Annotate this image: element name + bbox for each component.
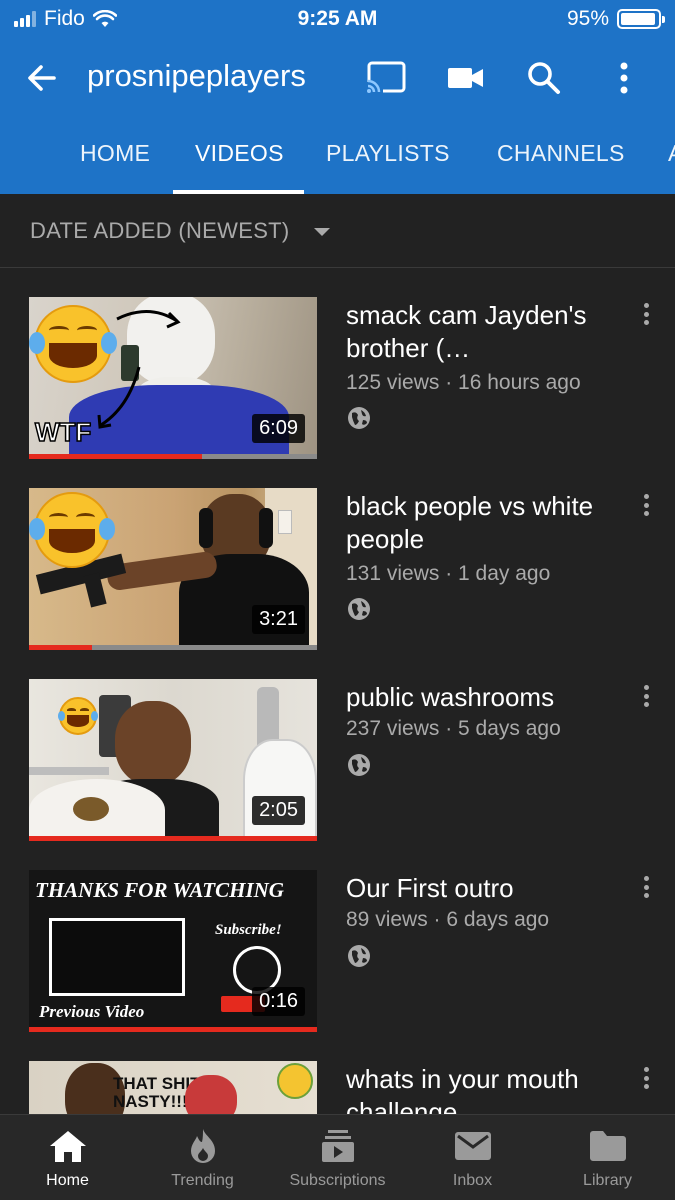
outro-subscribe-text: Subscribe! (215, 922, 282, 938)
public-globe-icon (348, 598, 370, 620)
thumbnail-caption: WTF (34, 416, 92, 448)
watch-progress-bar (29, 1027, 317, 1032)
video-options-icon[interactable] (636, 683, 656, 709)
video-options-icon[interactable] (636, 492, 656, 518)
sort-bar[interactable]: DATE ADDED (NEWEST) (0, 194, 675, 268)
public-globe-icon (348, 754, 370, 776)
public-globe-icon (348, 945, 370, 967)
video-meta: 89 views · 6 days ago (346, 908, 550, 931)
video-meta: 131 views · 1 day ago (346, 562, 551, 585)
watch-progress-bar (29, 836, 317, 841)
video-list-item[interactable]: 3:21 black people vs white people 131 vi… (0, 488, 675, 658)
battery-percent: 95% (566, 7, 609, 30)
more-options-icon[interactable] (602, 56, 646, 100)
nav-library[interactable]: Library (540, 1115, 675, 1200)
channel-title: prosnipeplayers (87, 58, 306, 93)
video-meta: 125 views · 16 hours ago (346, 371, 581, 394)
laughing-emoji-icon (29, 492, 116, 568)
tab-overflow-partial[interactable]: A (668, 140, 675, 167)
video-list-item[interactable]: THAT SHIT NASTY!!! whats in your mouth c… (0, 1061, 675, 1114)
dropdown-caret-icon[interactable] (314, 228, 330, 236)
home-icon (48, 1129, 88, 1163)
sort-dropdown-label[interactable]: DATE ADDED (NEWEST) (30, 218, 290, 244)
watch-progress-bar (29, 645, 317, 650)
video-thumbnail[interactable]: 3:21 (29, 488, 317, 650)
nav-subscriptions[interactable]: Subscriptions (270, 1115, 405, 1200)
video-duration: 0:16 (252, 987, 305, 1016)
inbox-icon (453, 1129, 493, 1163)
tab-channels[interactable]: CHANNELS (497, 140, 625, 167)
video-duration: 3:21 (252, 605, 305, 634)
watch-progress-bar (29, 454, 317, 459)
video-options-icon[interactable] (636, 1065, 656, 1091)
library-icon (588, 1129, 628, 1163)
nav-trending[interactable]: Trending (135, 1115, 270, 1200)
nauseated-emoji-icon (277, 1063, 313, 1099)
video-title[interactable]: public washrooms (346, 681, 616, 714)
nav-label: Library (583, 1172, 632, 1189)
trending-icon (183, 1129, 223, 1163)
nav-inbox[interactable]: Inbox (405, 1115, 540, 1200)
outro-prev-text: Previous Video (39, 1002, 145, 1021)
video-duration: 6:09 (252, 414, 305, 443)
laughing-emoji-icon (57, 697, 99, 735)
video-thumbnail[interactable]: WTF 6:09 (29, 297, 317, 459)
video-duration: 2:05 (252, 796, 305, 825)
outro-title-text: THANKS FOR WATCHING (35, 878, 284, 902)
video-options-icon[interactable] (636, 301, 656, 327)
video-title[interactable]: whats in your mouth challenge (346, 1063, 616, 1114)
video-title[interactable]: smack cam Jayden's brother (… (346, 299, 616, 365)
battery-icon (617, 9, 665, 29)
video-camera-icon[interactable] (444, 56, 488, 100)
video-list-item[interactable]: THANKS FOR WATCHING Subscribe! Previous … (0, 870, 675, 1040)
bottom-navigation: Home Trending Subscriptions Inbox Librar… (0, 1114, 675, 1200)
nav-label: Home (46, 1172, 89, 1189)
tab-videos[interactable]: VIDEOS (195, 140, 284, 167)
nav-label: Subscriptions (289, 1172, 386, 1189)
status-bar: Fido 9:25 AM 95% (0, 0, 675, 38)
public-globe-icon (348, 407, 370, 429)
video-list-item[interactable]: WTF 6:09 smack cam Jayden's brother (… 1… (0, 297, 675, 467)
app-bar: prosnipeplayers (0, 38, 675, 116)
video-title[interactable]: black people vs white people (346, 490, 616, 556)
search-icon[interactable] (522, 56, 566, 100)
cast-icon[interactable] (364, 56, 408, 100)
back-arrow-icon[interactable] (22, 58, 62, 98)
channel-tabs: HOME VIDEOS PLAYLISTS CHANNELS A (0, 116, 675, 194)
nav-home[interactable]: Home (0, 1115, 135, 1200)
tab-playlists[interactable]: PLAYLISTS (326, 140, 450, 167)
outro-video-frame (49, 918, 185, 996)
video-list-item[interactable]: 2:05 public washrooms 237 views · 5 days… (0, 679, 675, 849)
video-meta: 237 views · 5 days ago (346, 717, 561, 740)
video-thumbnail[interactable]: THAT SHIT NASTY!!! (29, 1061, 317, 1114)
video-title[interactable]: Our First outro (346, 872, 616, 905)
nav-label: Inbox (452, 1172, 493, 1189)
tab-home[interactable]: HOME (80, 140, 150, 167)
subscriptions-icon (318, 1129, 358, 1163)
video-thumbnail[interactable]: 2:05 (29, 679, 317, 841)
nav-label: Trending (171, 1172, 234, 1189)
video-options-icon[interactable] (636, 874, 656, 900)
video-thumbnail[interactable]: THANKS FOR WATCHING Subscribe! Previous … (29, 870, 317, 1032)
